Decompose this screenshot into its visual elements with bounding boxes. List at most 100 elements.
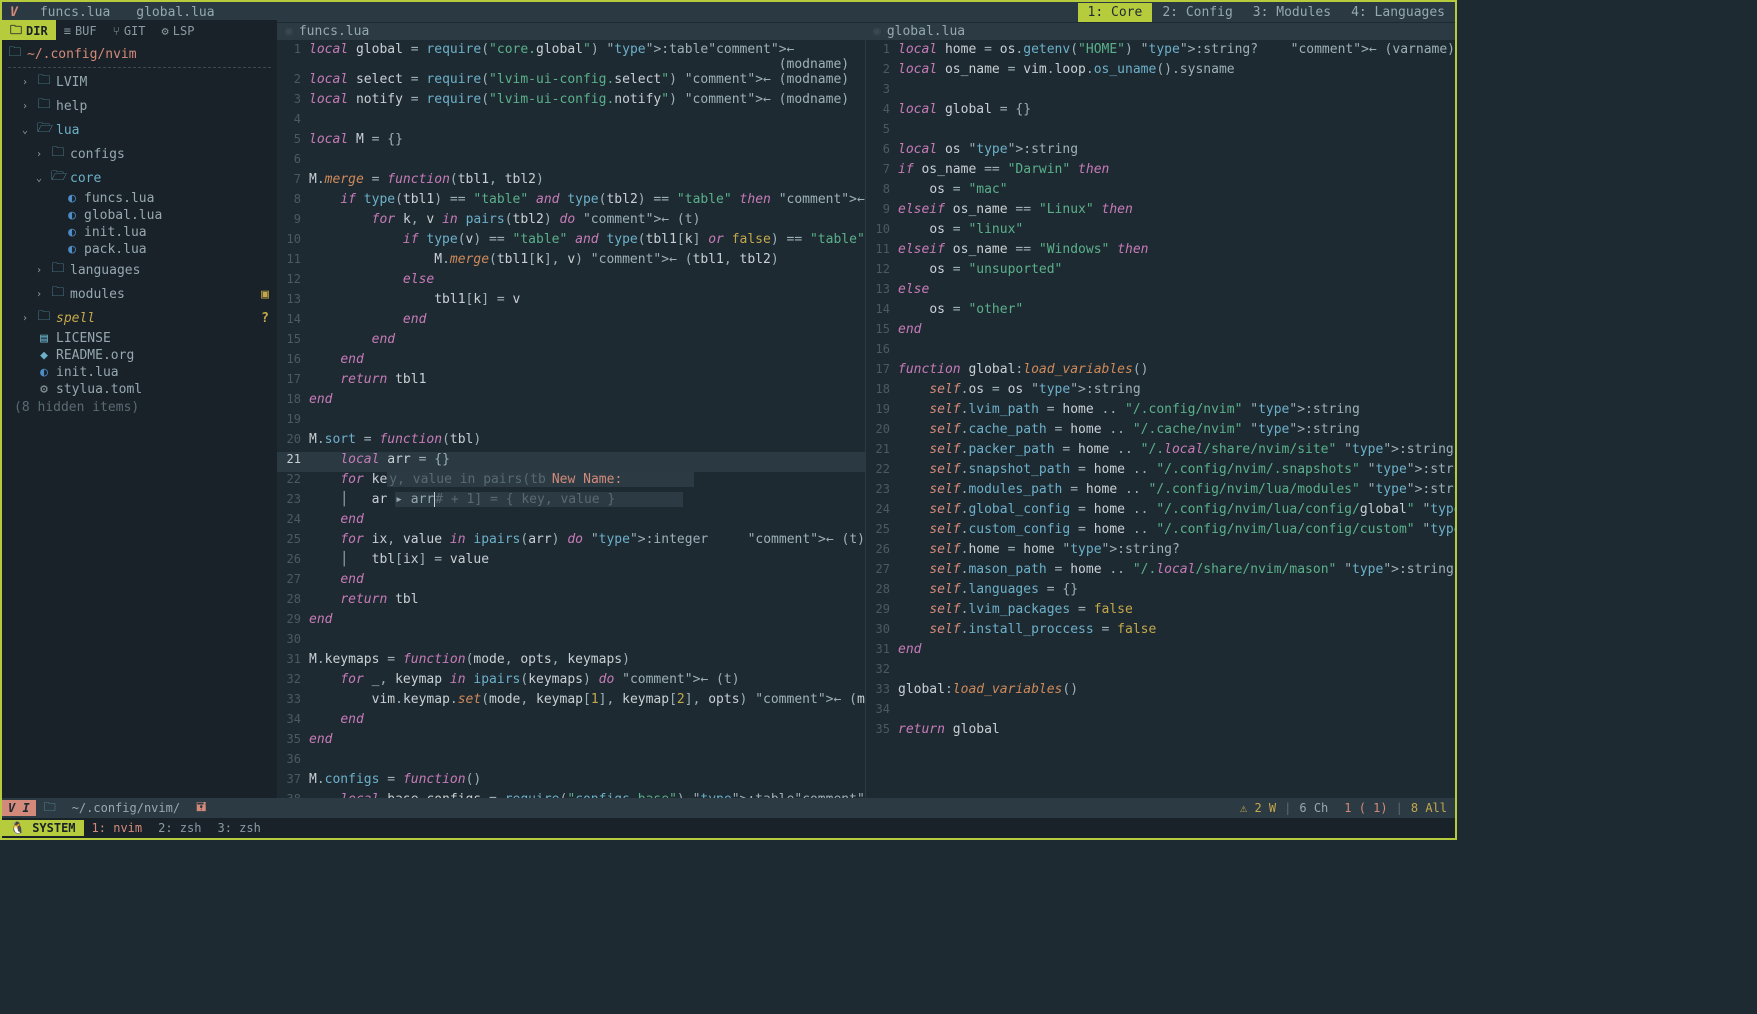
tree-item[interactable]: ›🗀spell? bbox=[8, 306, 271, 330]
code-line[interactable]: 7if os_name == "Darwin" then bbox=[866, 162, 1455, 182]
code-line[interactable]: 34 end bbox=[277, 712, 865, 732]
code-line[interactable]: 1local global = require("core.global") "… bbox=[277, 42, 865, 72]
code-line[interactable]: 19 self.lvim_path = home .. "/.config/nv… bbox=[866, 402, 1455, 422]
code-line[interactable]: 4 bbox=[277, 112, 865, 132]
code-line[interactable]: 9elseif os_name == "Linux" then bbox=[866, 202, 1455, 222]
code-line[interactable]: 34 bbox=[866, 702, 1455, 722]
tree-item[interactable]: ⚙stylua.toml bbox=[8, 381, 271, 398]
tree-item[interactable]: ◐global.lua bbox=[8, 207, 271, 224]
code-line[interactable]: 18 self.os = os "type">:string bbox=[866, 382, 1455, 402]
tree-item[interactable]: ›🗀LVIM bbox=[8, 70, 271, 94]
workspace-tab[interactable]: 2: Config bbox=[1152, 3, 1242, 22]
code-line[interactable]: 22 for key, value in pairs(tbNew Name: bbox=[277, 472, 865, 492]
code-line[interactable]: 12 os = "unsuported" bbox=[866, 262, 1455, 282]
code-line[interactable]: 21 self.packer_path = home .. "/.local/s… bbox=[866, 442, 1455, 462]
code-line[interactable]: 5 bbox=[866, 122, 1455, 142]
code-line[interactable]: 33 vim.keymap.set(mode, keymap[1], keyma… bbox=[277, 692, 865, 712]
code-line[interactable]: 2local os_name = vim.loop.os_uname().sys… bbox=[866, 62, 1455, 82]
code-line[interactable]: 37M.configs = function() bbox=[277, 772, 865, 792]
code-line[interactable]: 8 os = "mac" bbox=[866, 182, 1455, 202]
code-line[interactable]: 26 self.home = home "type">:string? bbox=[866, 542, 1455, 562]
code-line[interactable]: 6 bbox=[277, 152, 865, 172]
code-line[interactable]: 33global:load_variables() bbox=[866, 682, 1455, 702]
code-line[interactable]: 30 self.install_proccess = false bbox=[866, 622, 1455, 642]
code-line[interactable]: 36 bbox=[277, 752, 865, 772]
code-line[interactable]: 24 self.global_config = home .. "/.confi… bbox=[866, 502, 1455, 522]
code-line[interactable]: 9 for k, v in pairs(tbl2) do "comment">←… bbox=[277, 212, 865, 232]
code-line[interactable]: 31M.keymaps = function(mode, opts, keyma… bbox=[277, 652, 865, 672]
tmux-window[interactable]: 3: zsh bbox=[209, 821, 268, 835]
workspace-tab[interactable]: 1: Core bbox=[1078, 3, 1153, 22]
code-line[interactable]: 11 M.merge(tbl1[k], v) "comment">← (tbl1… bbox=[277, 252, 865, 272]
tree-item[interactable]: ⌄🗁lua bbox=[8, 118, 271, 142]
code-line[interactable]: 23 self.modules_path = home .. "/.config… bbox=[866, 482, 1455, 502]
code-line[interactable]: 22 self.snapshot_path = home .. "/.confi… bbox=[866, 462, 1455, 482]
code-line[interactable]: 3local notify = require("lvim-ui-config.… bbox=[277, 92, 865, 112]
tree-item[interactable]: ◐funcs.lua bbox=[8, 190, 271, 207]
code-line[interactable]: 17 return tbl1 bbox=[277, 372, 865, 392]
code-line[interactable]: 28 return tbl bbox=[277, 592, 865, 612]
code-line[interactable]: 30 bbox=[277, 632, 865, 652]
code-line[interactable]: 38 local base_configs = require("configs… bbox=[277, 792, 865, 798]
tree-item[interactable]: ›🗀help bbox=[8, 94, 271, 118]
tree-item[interactable]: ◆README.org bbox=[8, 347, 271, 364]
code-line[interactable]: 1local home = os.getenv("HOME") "type">:… bbox=[866, 42, 1455, 62]
buffer-tab[interactable]: funcs.lua bbox=[36, 5, 114, 20]
code-line[interactable]: 21 local arr = {} bbox=[277, 452, 865, 472]
tree-item[interactable]: ›🗀modules▣ bbox=[8, 282, 271, 306]
code-line[interactable]: 8 if type(tbl1) == "table" and type(tbl2… bbox=[277, 192, 865, 212]
code-line[interactable]: 23 │ ar ▸ arr# + 1] = { key, value } bbox=[277, 492, 865, 512]
code-line[interactable]: 13else bbox=[866, 282, 1455, 302]
code-line[interactable]: 29end bbox=[277, 612, 865, 632]
code-line[interactable]: 11elseif os_name == "Windows" then bbox=[866, 242, 1455, 262]
tree-item[interactable]: ›🗀languages bbox=[8, 258, 271, 282]
code-line[interactable]: 16 end bbox=[277, 352, 865, 372]
code-line[interactable]: 10 if type(v) == "table" and type(tbl1[k… bbox=[277, 232, 865, 252]
code-line[interactable]: 35end bbox=[277, 732, 865, 752]
code-line[interactable]: 6local os "type">:string bbox=[866, 142, 1455, 162]
code-line[interactable]: 31end bbox=[866, 642, 1455, 662]
code-line[interactable]: 19 bbox=[277, 412, 865, 432]
code-line[interactable]: 14 os = "other" bbox=[866, 302, 1455, 322]
code-line[interactable]: 15 end bbox=[277, 332, 865, 352]
tree-item[interactable]: ›🗀configs bbox=[8, 142, 271, 166]
tmux-session[interactable]: 🐧 SYSTEM bbox=[2, 820, 84, 836]
code-line[interactable]: 15end bbox=[866, 322, 1455, 342]
code-line[interactable]: 4local global = {} bbox=[866, 102, 1455, 122]
code-line[interactable]: 12 else bbox=[277, 272, 865, 292]
file-tree[interactable]: 🗀 ~/.config/nvim ›🗀LVIM›🗀help⌄🗁lua›🗀conf… bbox=[2, 40, 277, 798]
workspace-tab[interactable]: 3: Modules bbox=[1243, 3, 1341, 22]
tree-item[interactable]: ▤LICENSE bbox=[8, 330, 271, 347]
tree-item[interactable]: ◐pack.lua bbox=[8, 241, 271, 258]
code-line[interactable]: 16 bbox=[866, 342, 1455, 362]
tree-item[interactable]: ⌄🗁core bbox=[8, 166, 271, 190]
code-line[interactable]: 14 end bbox=[277, 312, 865, 332]
code-line[interactable]: 29 self.lvim_packages = false bbox=[866, 602, 1455, 622]
editor-left[interactable]: 1local global = require("core.global") "… bbox=[277, 40, 865, 798]
code-line[interactable]: 28 self.languages = {} bbox=[866, 582, 1455, 602]
code-line[interactable]: 25 self.custom_config = home .. "/.confi… bbox=[866, 522, 1455, 542]
code-line[interactable]: 10 os = "linux" bbox=[866, 222, 1455, 242]
tmux-window[interactable]: 2: zsh bbox=[150, 821, 209, 835]
tree-item[interactable]: ◐init.lua bbox=[8, 364, 271, 381]
tree-root[interactable]: 🗀 ~/.config/nvim bbox=[8, 42, 271, 68]
code-line[interactable]: 35return global bbox=[866, 722, 1455, 742]
code-line[interactable]: 5local M = {} bbox=[277, 132, 865, 152]
code-line[interactable]: 25 for ix, value in ipairs(arr) do "type… bbox=[277, 532, 865, 552]
tmux-window[interactable]: 1: nvim bbox=[84, 821, 151, 835]
code-line[interactable]: 24 end bbox=[277, 512, 865, 532]
code-line[interactable]: 32 bbox=[866, 662, 1455, 682]
editor-right[interactable]: 1local home = os.getenv("HOME") "type">:… bbox=[865, 40, 1455, 798]
code-line[interactable]: 2local select = require("lvim-ui-config.… bbox=[277, 72, 865, 92]
buffer-tab[interactable]: global.lua bbox=[132, 5, 218, 20]
workspace-tab[interactable]: 4: Languages bbox=[1341, 3, 1455, 22]
code-line[interactable]: 13 tbl1[k] = v bbox=[277, 292, 865, 312]
code-line[interactable]: 18end bbox=[277, 392, 865, 412]
code-line[interactable]: 17function global:load_variables() bbox=[866, 362, 1455, 382]
code-line[interactable]: 27 self.mason_path = home .. "/.local/sh… bbox=[866, 562, 1455, 582]
code-line[interactable]: 3 bbox=[866, 82, 1455, 102]
code-line[interactable]: 20M.sort = function(tbl) bbox=[277, 432, 865, 452]
code-line[interactable]: 26 │ tbl[ix] = value bbox=[277, 552, 865, 572]
code-line[interactable]: 27 end bbox=[277, 572, 865, 592]
code-line[interactable]: 7M.merge = function(tbl1, tbl2) bbox=[277, 172, 865, 192]
